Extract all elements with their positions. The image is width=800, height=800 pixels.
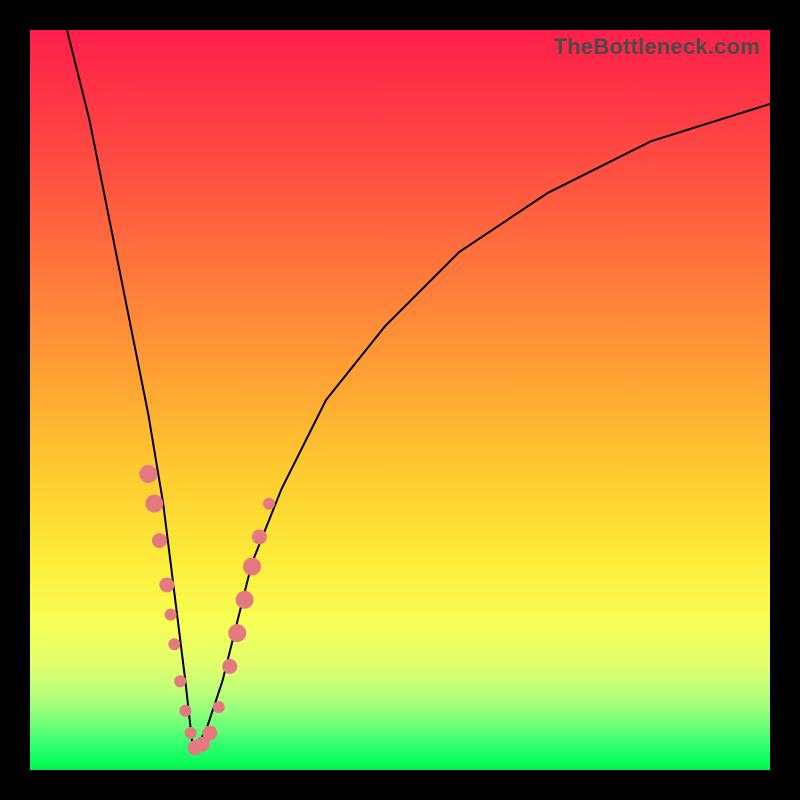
marker-group [139,465,275,755]
highlight-marker [174,675,186,687]
chart-stage: TheBottleneck.com [0,0,800,800]
curve-svg [30,30,770,770]
highlight-marker [152,533,167,548]
highlight-marker [159,578,174,593]
highlight-marker [168,638,180,650]
plot-area: TheBottleneck.com [30,30,770,770]
highlight-marker [202,726,217,741]
highlight-marker [263,498,275,510]
highlight-marker [165,609,177,621]
highlight-marker [139,465,157,483]
highlight-marker [179,705,191,717]
highlight-marker [228,624,246,642]
highlight-marker [213,701,225,713]
highlight-marker [185,727,197,739]
highlight-marker [252,529,267,544]
highlight-marker [145,495,163,513]
highlight-marker [236,591,254,609]
highlight-marker [243,558,261,576]
highlight-marker [222,659,237,674]
